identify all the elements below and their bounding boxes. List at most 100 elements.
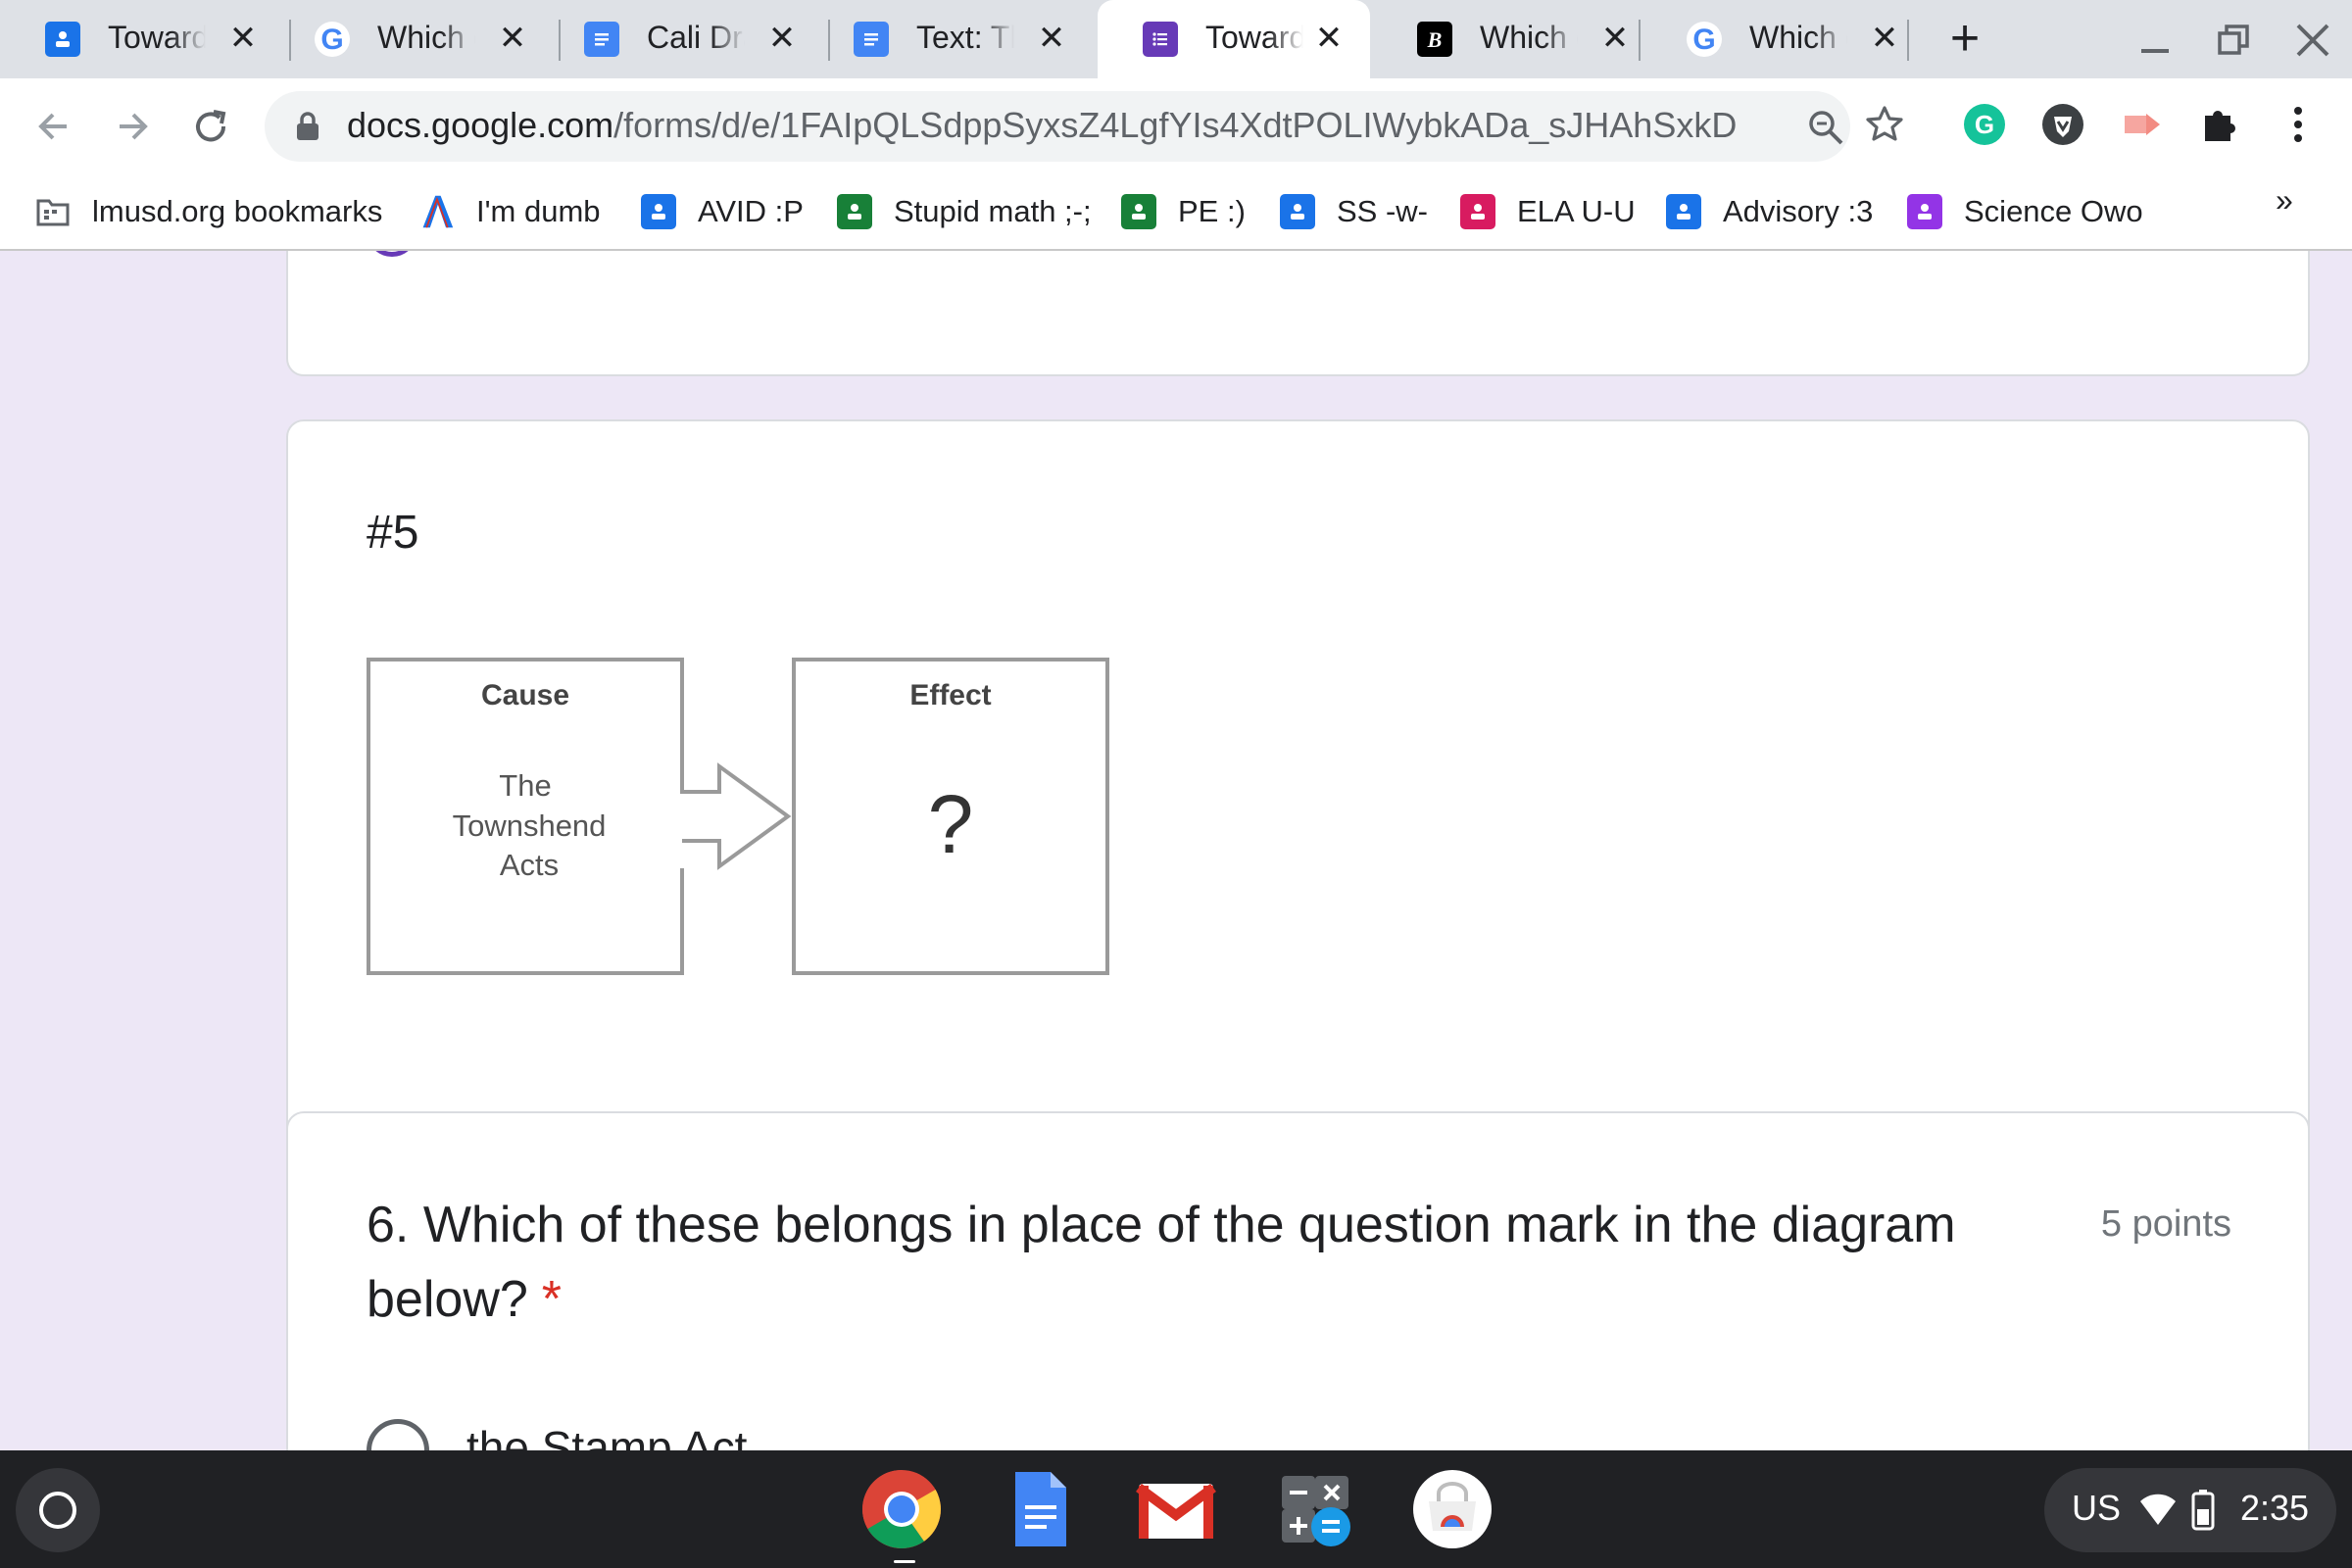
chrome-icon[interactable] (860, 1468, 943, 1550)
tab-title: Text: The Townshend (916, 20, 1014, 55)
window-close-icon[interactable] (2288, 16, 2337, 65)
bookmark-math[interactable]: Stupid math ;-; (837, 188, 1092, 235)
bookmark-label: SS -w- (1337, 194, 1428, 228)
tab-2[interactable]: G Which group of colonists ✕ (270, 0, 554, 78)
brainly-icon: B (1417, 22, 1452, 57)
bookmark-science[interactable]: Science Owo (1907, 188, 2143, 235)
google-forms-icon (1143, 22, 1178, 57)
grammarly-icon[interactable]: G (1962, 102, 2007, 147)
close-icon[interactable]: ✕ (1309, 19, 1348, 58)
close-icon[interactable]: ✕ (1865, 19, 1904, 58)
tab-1[interactable]: Toward the Revolution ✕ (0, 0, 284, 78)
reload-icon[interactable] (184, 100, 237, 153)
bookmarks-overflow-button[interactable]: » (2276, 182, 2293, 219)
tab-5-active[interactable]: Toward the Revolution ✕ (1098, 0, 1370, 78)
cause-effect-diagram: Cause The Townshend Acts Effect ? (367, 658, 1109, 975)
classroom-icon (1460, 194, 1495, 229)
classroom-icon (1121, 194, 1156, 229)
back-arrow-icon[interactable] (27, 100, 80, 153)
tab-title: Cali Drake (647, 20, 745, 55)
launcher-button[interactable] (16, 1468, 100, 1552)
question-card: 6. Which of these belongs in place of th… (286, 1111, 2310, 1450)
bookmark-label: AVID :P (698, 194, 804, 228)
docs-icon[interactable] (1000, 1468, 1082, 1550)
cause-text-line: The (499, 768, 551, 803)
points-label: 5 points (2100, 1203, 2231, 1245)
gmail-icon[interactable] (1135, 1468, 1217, 1550)
close-icon[interactable]: ✕ (223, 19, 263, 58)
effect-question-mark: ? (928, 778, 974, 870)
google-docs-icon (584, 22, 619, 57)
bookmark-ss[interactable]: SS -w- (1280, 188, 1428, 235)
folder-icon (35, 194, 71, 229)
tab-title: Toward the Revolution (1205, 20, 1303, 55)
classroom-icon (1907, 194, 1942, 229)
url-text: docs.google.com/forms/d/e/1FAIpQLSdppSyx… (347, 105, 1739, 146)
bookmark-ela[interactable]: ELA U-U (1460, 188, 1636, 235)
bookmark-star-icon[interactable] (1864, 104, 1905, 145)
classroom-icon (1280, 194, 1315, 229)
bookmark-folder-lmusd[interactable]: lmusd.org bookmarks (35, 188, 382, 235)
required-asterisk: * (541, 1271, 563, 1328)
screencast-icon[interactable] (2119, 102, 2164, 147)
status-tray[interactable]: US 2:35 (2044, 1468, 2336, 1552)
effect-label: Effect (909, 679, 991, 711)
google-icon: G (1687, 22, 1722, 57)
bookmark-avid[interactable]: AVID :P (641, 188, 804, 235)
tab-7[interactable]: G Which group ✕ (1642, 0, 1926, 78)
forward-arrow-icon[interactable] (106, 100, 159, 153)
wifi-icon (2140, 1494, 2176, 1525)
arrow-shape (680, 661, 792, 870)
tab-3[interactable]: Cali Drake ✕ (539, 0, 823, 78)
tab-6[interactable]: B Which of these ✕ (1372, 0, 1656, 78)
bookmark-im-dumb[interactable]: I'm dumb (419, 188, 601, 235)
bookmark-pe[interactable]: PE :) (1121, 188, 1246, 235)
close-icon[interactable]: ✕ (493, 19, 532, 58)
lock-icon[interactable] (294, 111, 321, 142)
bookmark-advisory[interactable]: Advisory :3 (1666, 188, 1873, 235)
zoom-icon[interactable] (1805, 107, 1846, 148)
cause-text-line: Acts (500, 848, 559, 882)
launcher-circle-icon (39, 1492, 76, 1529)
google-icon: G (315, 22, 350, 57)
a-logo-icon (419, 194, 455, 229)
cause-label: Cause (481, 679, 569, 711)
calculator-icon[interactable] (1274, 1468, 1356, 1550)
question-text: 6. Which of these belongs in place of th… (367, 1188, 2052, 1337)
cause-text-line: Townshend (453, 808, 607, 843)
new-tab-button[interactable]: + (1938, 12, 1991, 65)
classroom-icon (1666, 194, 1701, 229)
tab-4[interactable]: Text: The Townshend ✕ (808, 0, 1093, 78)
chromeos-shelf: US 2:35 (0, 1450, 2352, 1568)
minimize-icon[interactable] (2132, 16, 2180, 65)
classroom-icon (641, 194, 676, 229)
tab-separator (1907, 20, 1909, 61)
close-icon[interactable]: ✕ (1595, 19, 1635, 58)
close-icon[interactable]: ✕ (1032, 19, 1071, 58)
classroom-icon (837, 194, 872, 229)
more-menu-icon[interactable] (2276, 102, 2321, 147)
form-page: #5 Cause The Townshend Acts Effect ? 6. … (0, 251, 2352, 1450)
svg-text:G: G (1975, 110, 1994, 139)
tab-title: Which group (1749, 20, 1847, 55)
tab-strip: Toward the Revolution ✕ G Which group of… (0, 0, 2352, 78)
clock: 2:35 (2240, 1488, 2310, 1528)
tab-title: Toward the Revolution (108, 20, 206, 55)
option-radio-button[interactable] (367, 1419, 429, 1450)
puzzle-extension-icon[interactable] (2197, 102, 2242, 147)
close-icon[interactable]: ✕ (762, 19, 802, 58)
battery-icon (2191, 1490, 2215, 1531)
shield-extension-icon[interactable] (2040, 102, 2085, 147)
option-label[interactable]: the Stamp Act (466, 1421, 747, 1450)
restore-icon[interactable] (2210, 16, 2259, 65)
tab-separator (1639, 20, 1641, 61)
tab-title: Which group of colonists (377, 20, 475, 55)
google-classroom-icon (45, 22, 80, 57)
bookmark-label: lmusd.org bookmarks (92, 194, 383, 228)
address-bar[interactable]: docs.google.com/forms/d/e/1FAIpQLSdppSyx… (265, 91, 1850, 162)
radio-button[interactable] (367, 251, 417, 257)
web-store-icon[interactable] (1411, 1468, 1494, 1550)
bookmark-label: Stupid math ;-; (894, 194, 1092, 228)
bookmarks-bar: lmusd.org bookmarks I'm dumb AVID :P Stu… (0, 174, 2352, 251)
input-method-label[interactable]: US (2072, 1488, 2121, 1529)
